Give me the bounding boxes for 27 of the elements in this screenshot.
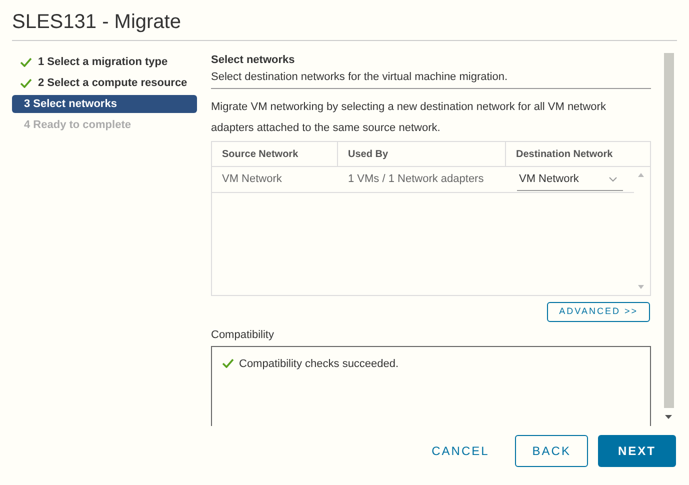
window-title: SLES131 - Migrate — [12, 10, 182, 35]
back-button[interactable]: BACK — [515, 435, 588, 467]
check-icon — [20, 57, 32, 67]
table-cell-text: 1 VMs / 1 Network adapters — [347, 172, 485, 188]
wizard-step[interactable]: 1 Select a migration type — [12, 53, 197, 71]
scroll-up-icon — [638, 173, 644, 177]
compatibility-message: Compatibility checks succeeded. — [239, 357, 399, 372]
chevron-down-icon — [609, 176, 617, 182]
scroll-down-icon — [638, 285, 644, 289]
column-header: Source Network — [212, 142, 338, 166]
page-heading: Select networks — [211, 53, 296, 68]
description: Migrate VM networking by selecting a new destination network for all VM network adapters attached to the same source network. — [211, 100, 607, 136]
network-dropdown[interactable]: VM Network — [517, 168, 623, 190]
column-header: Used By — [338, 142, 506, 166]
table-cell-text: VM Network — [221, 172, 283, 188]
column-header: Destination Network — [515, 148, 614, 162]
check-icon — [20, 78, 32, 88]
advanced-button[interactable]: ADVANCED >> — [547, 302, 650, 322]
next-button[interactable]: NEXT — [598, 435, 676, 467]
cancel-link[interactable]: CANCEL — [416, 435, 506, 467]
check-icon — [222, 358, 234, 368]
page-subheading: Select destination networks for the virtual machine migration. — [211, 70, 509, 85]
scrollbar-thumb[interactable] — [664, 53, 674, 408]
compatibility-label: Compatibility — [211, 328, 275, 342]
wizard-step[interactable]: 3 Select networks — [12, 95, 197, 113]
wizard-step[interactable]: 2 Select a compute resource — [12, 74, 197, 92]
scroll-down-icon — [665, 415, 672, 419]
